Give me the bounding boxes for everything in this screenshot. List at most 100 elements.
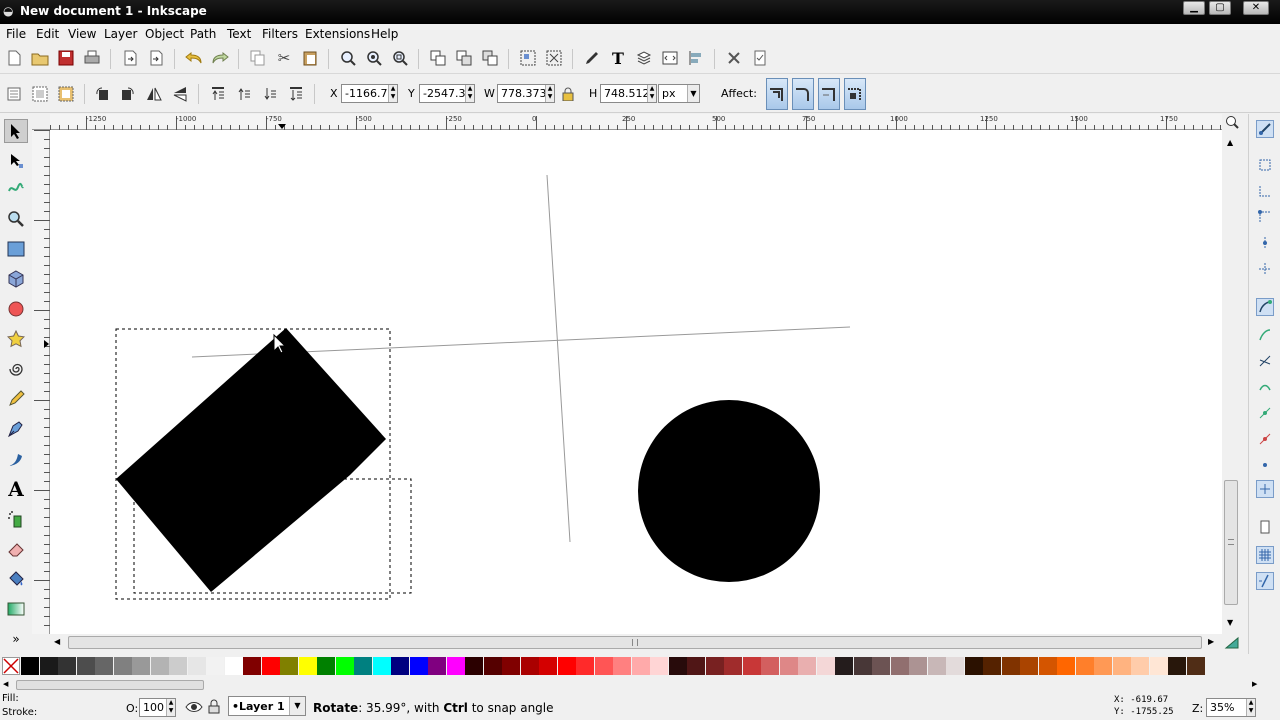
color-swatch[interactable] bbox=[853, 657, 872, 675]
snap-smooth-nodes-icon[interactable] bbox=[1256, 378, 1274, 396]
lock-ratio-icon[interactable] bbox=[558, 84, 578, 104]
color-swatch[interactable] bbox=[21, 657, 39, 675]
paste-icon[interactable] bbox=[300, 48, 320, 68]
minimize-button[interactable]: ▁ bbox=[1183, 1, 1205, 15]
zoom-selection-icon[interactable] bbox=[338, 48, 358, 68]
color-swatch[interactable] bbox=[1112, 657, 1131, 675]
color-swatch[interactable] bbox=[1020, 657, 1038, 675]
color-swatch[interactable] bbox=[539, 657, 557, 675]
xml-editor-icon[interactable] bbox=[660, 48, 680, 68]
color-swatch[interactable] bbox=[1001, 657, 1020, 675]
color-swatch[interactable] bbox=[428, 657, 446, 675]
color-swatch[interactable] bbox=[872, 657, 890, 675]
snap-guides-icon[interactable] bbox=[1256, 572, 1274, 590]
color-swatch[interactable] bbox=[187, 657, 206, 675]
drawing-canvas[interactable] bbox=[50, 130, 1222, 634]
menu-object[interactable]: Object bbox=[145, 27, 184, 41]
snap-paths-icon[interactable] bbox=[1256, 326, 1274, 344]
selector-tool-icon[interactable] bbox=[4, 119, 28, 143]
color-swatch[interactable] bbox=[946, 657, 964, 675]
color-swatch[interactable] bbox=[113, 657, 132, 675]
undo-icon[interactable] bbox=[184, 48, 204, 68]
zoom-tool-icon[interactable] bbox=[4, 207, 28, 231]
snap-nodes-icon[interactable] bbox=[1256, 298, 1274, 316]
color-management-icon[interactable] bbox=[1222, 634, 1242, 652]
pen-tool-icon[interactable] bbox=[4, 417, 28, 441]
gradient-tool-icon[interactable] bbox=[4, 597, 28, 621]
color-swatch[interactable] bbox=[446, 657, 465, 675]
pencil-tool-icon[interactable] bbox=[4, 387, 28, 411]
vertical-scroll-thumb[interactable] bbox=[1224, 480, 1238, 605]
unit-select[interactable]: px ▼ bbox=[658, 84, 700, 103]
color-swatch[interactable] bbox=[354, 657, 372, 675]
color-swatch[interactable] bbox=[280, 657, 298, 675]
color-swatch[interactable] bbox=[1075, 657, 1094, 675]
palette-scroll-left-icon[interactable]: ◀ bbox=[3, 680, 8, 688]
invert-selection-icon[interactable] bbox=[56, 84, 76, 104]
menu-edit[interactable]: Edit bbox=[36, 27, 59, 41]
zoom-field[interactable]: 35% ▲ ▼ bbox=[1206, 698, 1256, 717]
color-swatch[interactable] bbox=[557, 657, 576, 675]
color-swatch[interactable] bbox=[335, 657, 354, 675]
color-swatch[interactable] bbox=[1094, 657, 1112, 675]
color-swatch[interactable] bbox=[520, 657, 539, 675]
color-swatch[interactable] bbox=[742, 657, 761, 675]
snap-bbox-center-icon[interactable] bbox=[1256, 260, 1274, 278]
star-tool-icon[interactable] bbox=[4, 327, 28, 351]
color-swatch[interactable] bbox=[798, 657, 816, 675]
menu-extensions[interactable]: Extensions bbox=[305, 27, 370, 41]
color-swatch[interactable] bbox=[261, 657, 280, 675]
3d-box-tool-icon[interactable] bbox=[4, 267, 28, 291]
snap-rotation-center-icon[interactable] bbox=[1256, 456, 1274, 474]
palette-scrollbar[interactable]: ◀ ▶ bbox=[0, 678, 1280, 692]
color-swatch[interactable] bbox=[1038, 657, 1057, 675]
spiral-tool-icon[interactable] bbox=[4, 357, 28, 381]
color-swatch[interactable] bbox=[1149, 657, 1168, 675]
menu-help[interactable]: Help bbox=[371, 27, 398, 41]
ungroup-icon[interactable] bbox=[544, 48, 564, 68]
snap-page-border-icon[interactable] bbox=[1256, 480, 1274, 498]
color-swatch[interactable] bbox=[206, 657, 224, 675]
palette-scroll-right-icon[interactable]: ▶ bbox=[1252, 680, 1257, 688]
vertical-ruler[interactable] bbox=[32, 130, 50, 634]
w-field[interactable]: 778.373 ▲ ▼ bbox=[497, 84, 555, 103]
layers-icon[interactable] bbox=[634, 48, 654, 68]
layer-dropdown[interactable]: •Layer 1 ▼ bbox=[228, 696, 306, 716]
scale-stroke-toggle[interactable] bbox=[766, 78, 788, 110]
calligraphy-tool-icon[interactable] bbox=[4, 447, 28, 471]
save-icon[interactable] bbox=[56, 48, 76, 68]
vertical-scrollbar[interactable]: ▲ ▼ bbox=[1222, 130, 1242, 634]
snap-grid-icon[interactable] bbox=[1256, 546, 1274, 564]
color-swatch[interactable] bbox=[779, 657, 798, 675]
color-swatch[interactable] bbox=[835, 657, 853, 675]
color-swatch[interactable] bbox=[39, 657, 58, 675]
layer-lock-icon[interactable] bbox=[208, 699, 220, 717]
import-icon[interactable] bbox=[120, 48, 140, 68]
rotate-ccw-icon[interactable] bbox=[92, 84, 112, 104]
color-swatch[interactable] bbox=[964, 657, 983, 675]
color-swatch[interactable] bbox=[761, 657, 779, 675]
color-swatch[interactable] bbox=[391, 657, 409, 675]
no-paint-swatch[interactable] bbox=[2, 657, 20, 675]
color-swatch[interactable] bbox=[224, 657, 243, 675]
y-field[interactable]: -2547.3 ▲ ▼ bbox=[419, 84, 475, 103]
menu-view[interactable]: View bbox=[68, 27, 96, 41]
color-swatch[interactable] bbox=[650, 657, 668, 675]
color-swatch[interactable] bbox=[594, 657, 613, 675]
color-swatch[interactable] bbox=[1186, 657, 1205, 675]
horizontal-ruler[interactable]: -1250 -1000 -750 -500 -250 0 250 500 750… bbox=[50, 114, 1222, 130]
color-swatch[interactable] bbox=[317, 657, 335, 675]
document-properties-icon[interactable] bbox=[750, 48, 770, 68]
lower-to-bottom-icon[interactable] bbox=[286, 84, 306, 104]
snap-page-icon[interactable] bbox=[1256, 518, 1274, 536]
color-swatch[interactable] bbox=[1168, 657, 1186, 675]
open-folder-icon[interactable] bbox=[30, 48, 50, 68]
color-swatch[interactable] bbox=[372, 657, 391, 675]
color-swatch[interactable] bbox=[465, 657, 483, 675]
more-tools-chevron-icon[interactable]: » bbox=[4, 627, 28, 651]
color-swatch[interactable] bbox=[909, 657, 927, 675]
menu-filters[interactable]: Filters bbox=[262, 27, 298, 41]
copy-icon[interactable] bbox=[248, 48, 268, 68]
color-swatch[interactable] bbox=[631, 657, 650, 675]
node-tool-icon[interactable] bbox=[4, 149, 28, 173]
